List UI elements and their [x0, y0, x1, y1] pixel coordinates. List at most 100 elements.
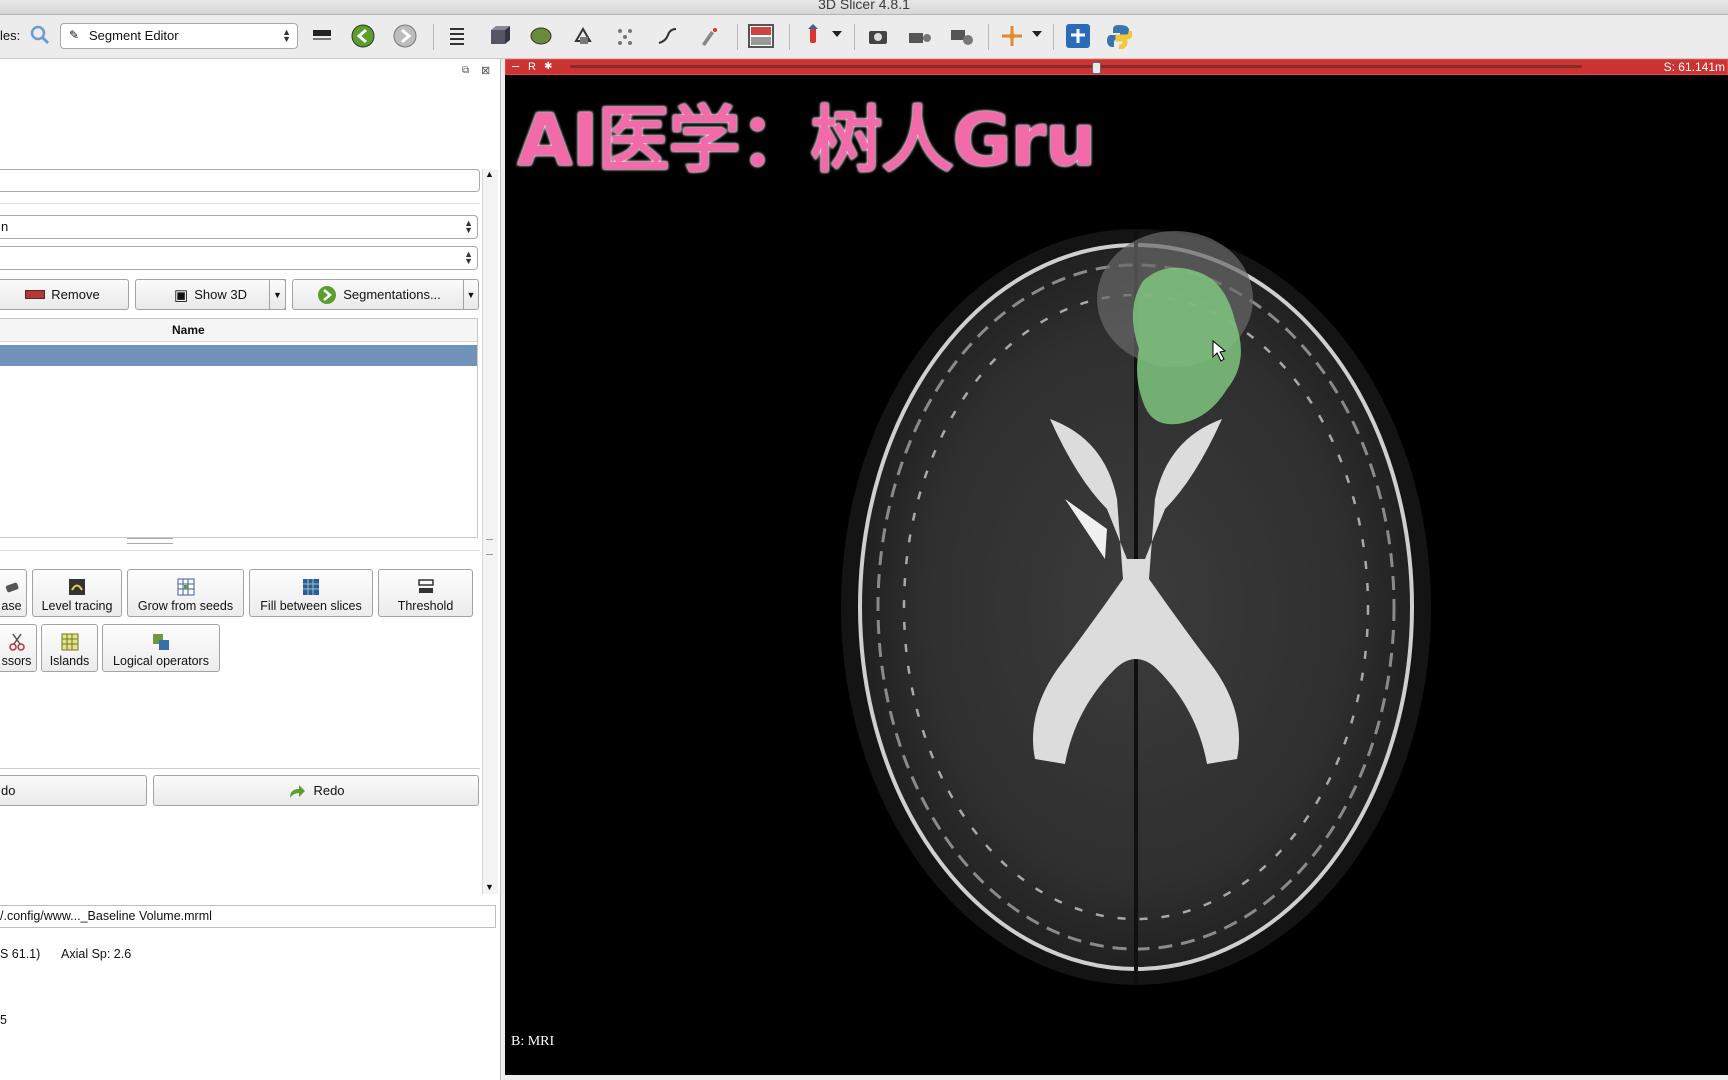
transform-icon [574, 27, 592, 44]
markups-module-button[interactable] [611, 22, 639, 50]
undock-icon[interactable]: ⧉ [462, 65, 469, 76]
undo-button[interactable]: do [0, 775, 147, 806]
scroll-up-icon[interactable]: ▲ [485, 169, 494, 179]
segmentations-button[interactable]: Segmentations... [292, 279, 466, 310]
crosshair-mode-button[interactable] [799, 22, 827, 50]
effect-fill-between-slices-button[interactable]: Fill between slices [249, 569, 373, 617]
divider [0, 768, 480, 769]
fill-between-slices-icon [303, 579, 319, 595]
logical-operators-icon [153, 634, 169, 650]
module-selector-arrows-icon: ▲ ▼ [282, 27, 291, 44]
show-3d-dropdown[interactable]: ▼ [269, 279, 286, 310]
table-row[interactable] [0, 345, 477, 366]
remove-icon [25, 290, 46, 299]
scene-view-button[interactable] [906, 22, 934, 50]
layout-grid-icon [748, 24, 774, 48]
combo-arrows-icon: ▲ ▼ [464, 218, 473, 235]
close-panel-icon[interactable]: ⊠ [481, 64, 490, 77]
arrow-forward-icon [393, 24, 417, 48]
arrow-right-icon [318, 285, 337, 304]
arrow-back-icon [351, 24, 375, 48]
screenshot-button[interactable] [864, 22, 892, 50]
segmentation-selector[interactable] [0, 169, 480, 192]
crosshair-button[interactable] [998, 22, 1026, 50]
pin-icon[interactable]: ✱ [544, 61, 552, 72]
crosshair-icon [1002, 26, 1022, 46]
volume-cube-icon [491, 26, 510, 44]
scissors-icon [8, 633, 25, 651]
slice-slider-handle[interactable] [1092, 62, 1101, 74]
background-layer-label: B: MRI [511, 1034, 555, 1049]
show-3d-button[interactable]: ▣ Show 3D [135, 279, 286, 310]
effect-level-tracing-button[interactable]: Level tracing [32, 569, 122, 617]
column-header-name: Name [172, 323, 205, 337]
slice-controller-bar: ‒ R ✱ S: 61.141m [505, 58, 1728, 75]
chevron-down-icon: ▼ [466, 289, 476, 300]
panel-scrollbar[interactable]: ▲ ▼ [482, 169, 498, 894]
window-title: 3D Slicer 4.8.1 [818, 0, 910, 12]
segment-editor-icon: ✎ [69, 28, 80, 42]
redo-button[interactable]: Redo [153, 775, 479, 806]
effect-threshold-button[interactable]: Threshold [378, 569, 473, 617]
crosshair-dropdown-icon[interactable] [1032, 31, 1042, 37]
splitter-handle[interactable] [127, 538, 173, 544]
segment-geometry-selector[interactable]: ▲ ▼ [0, 246, 478, 270]
module-search-icon[interactable] [29, 24, 51, 49]
camera-icon [869, 31, 887, 44]
models-module-button[interactable] [527, 22, 555, 50]
editor-button[interactable] [695, 22, 723, 50]
scene-restore-button[interactable] [948, 22, 976, 50]
brain-model-icon [530, 27, 552, 45]
main-toolbar: les: ✎ Segment Editor ▲ ▼ [0, 15, 1728, 59]
effect-logical-operators-button[interactable]: Logical operators [102, 624, 220, 672]
data-tree-icon [450, 28, 464, 45]
level-tracing-icon [69, 579, 85, 595]
mri-slice-image[interactable] [505, 59, 1728, 1075]
collapse-icon[interactable]: ‒ [512, 58, 519, 73]
effect-scissors-button[interactable]: ssors [0, 624, 37, 672]
python-console-button[interactable] [1105, 22, 1133, 50]
table-header: Name [0, 319, 477, 342]
threshold-icon [417, 579, 434, 593]
master-volume-value: n [1, 219, 9, 234]
module-selector-value: Segment Editor [89, 28, 179, 43]
paint-brush-icon [702, 28, 717, 46]
ruler-button[interactable] [653, 22, 681, 50]
layout-select-button[interactable] [746, 22, 776, 50]
slice-view-name: R [528, 61, 536, 73]
forward-button[interactable] [391, 22, 419, 50]
module-selector[interactable]: ✎ Segment Editor ▲ ▼ [60, 23, 298, 49]
layout-toggle-button[interactable] [308, 22, 336, 50]
mouse-mode-icon [808, 24, 818, 43]
layout-toggle-icon [313, 30, 331, 40]
islands-icon [61, 633, 78, 651]
window-title-bar: 3D Slicer 4.8.1 [0, 0, 1728, 15]
divider [0, 550, 480, 551]
extension-manager-button[interactable] [1064, 22, 1092, 50]
data-module-button[interactable] [443, 22, 471, 50]
erase-icon [5, 582, 18, 593]
effect-erase-button[interactable]: ase [0, 569, 27, 617]
slice-offset-readout: S: 61.141m [1663, 60, 1725, 74]
segments-table: Name [0, 318, 478, 538]
scroll-grip[interactable] [486, 539, 493, 555]
scene-path-field[interactable]: /.config/www..._Baseline Volume.mrml [0, 905, 496, 928]
combo-arrows-icon: ▲ ▼ [464, 249, 473, 266]
back-button[interactable] [349, 22, 377, 50]
slice-slider-track[interactable] [570, 65, 1582, 68]
effect-islands-button[interactable]: Islands [41, 624, 98, 672]
scene-restore-icon [951, 30, 973, 45]
volumes-module-button[interactable] [485, 22, 513, 50]
transforms-module-button[interactable] [569, 22, 597, 50]
segmentations-dropdown[interactable]: ▼ [463, 279, 479, 310]
scroll-down-icon[interactable]: ▼ [485, 882, 494, 892]
ruler-icon [658, 28, 677, 44]
mouse-mode-dropdown-icon[interactable] [832, 31, 842, 37]
effect-grow-from-seeds-button[interactable]: Grow from seeds [127, 569, 244, 617]
remove-segment-button[interactable]: Remove [0, 279, 129, 310]
markups-points-icon [618, 29, 632, 45]
redo-icon [290, 784, 306, 798]
axial-spacing: Axial Sp: 2.6 [61, 947, 132, 961]
slice-viewer-red[interactable]: AI医学：树人Gru B: MRI [505, 59, 1728, 1075]
master-volume-selector[interactable]: n ▲ ▼ [0, 215, 478, 239]
